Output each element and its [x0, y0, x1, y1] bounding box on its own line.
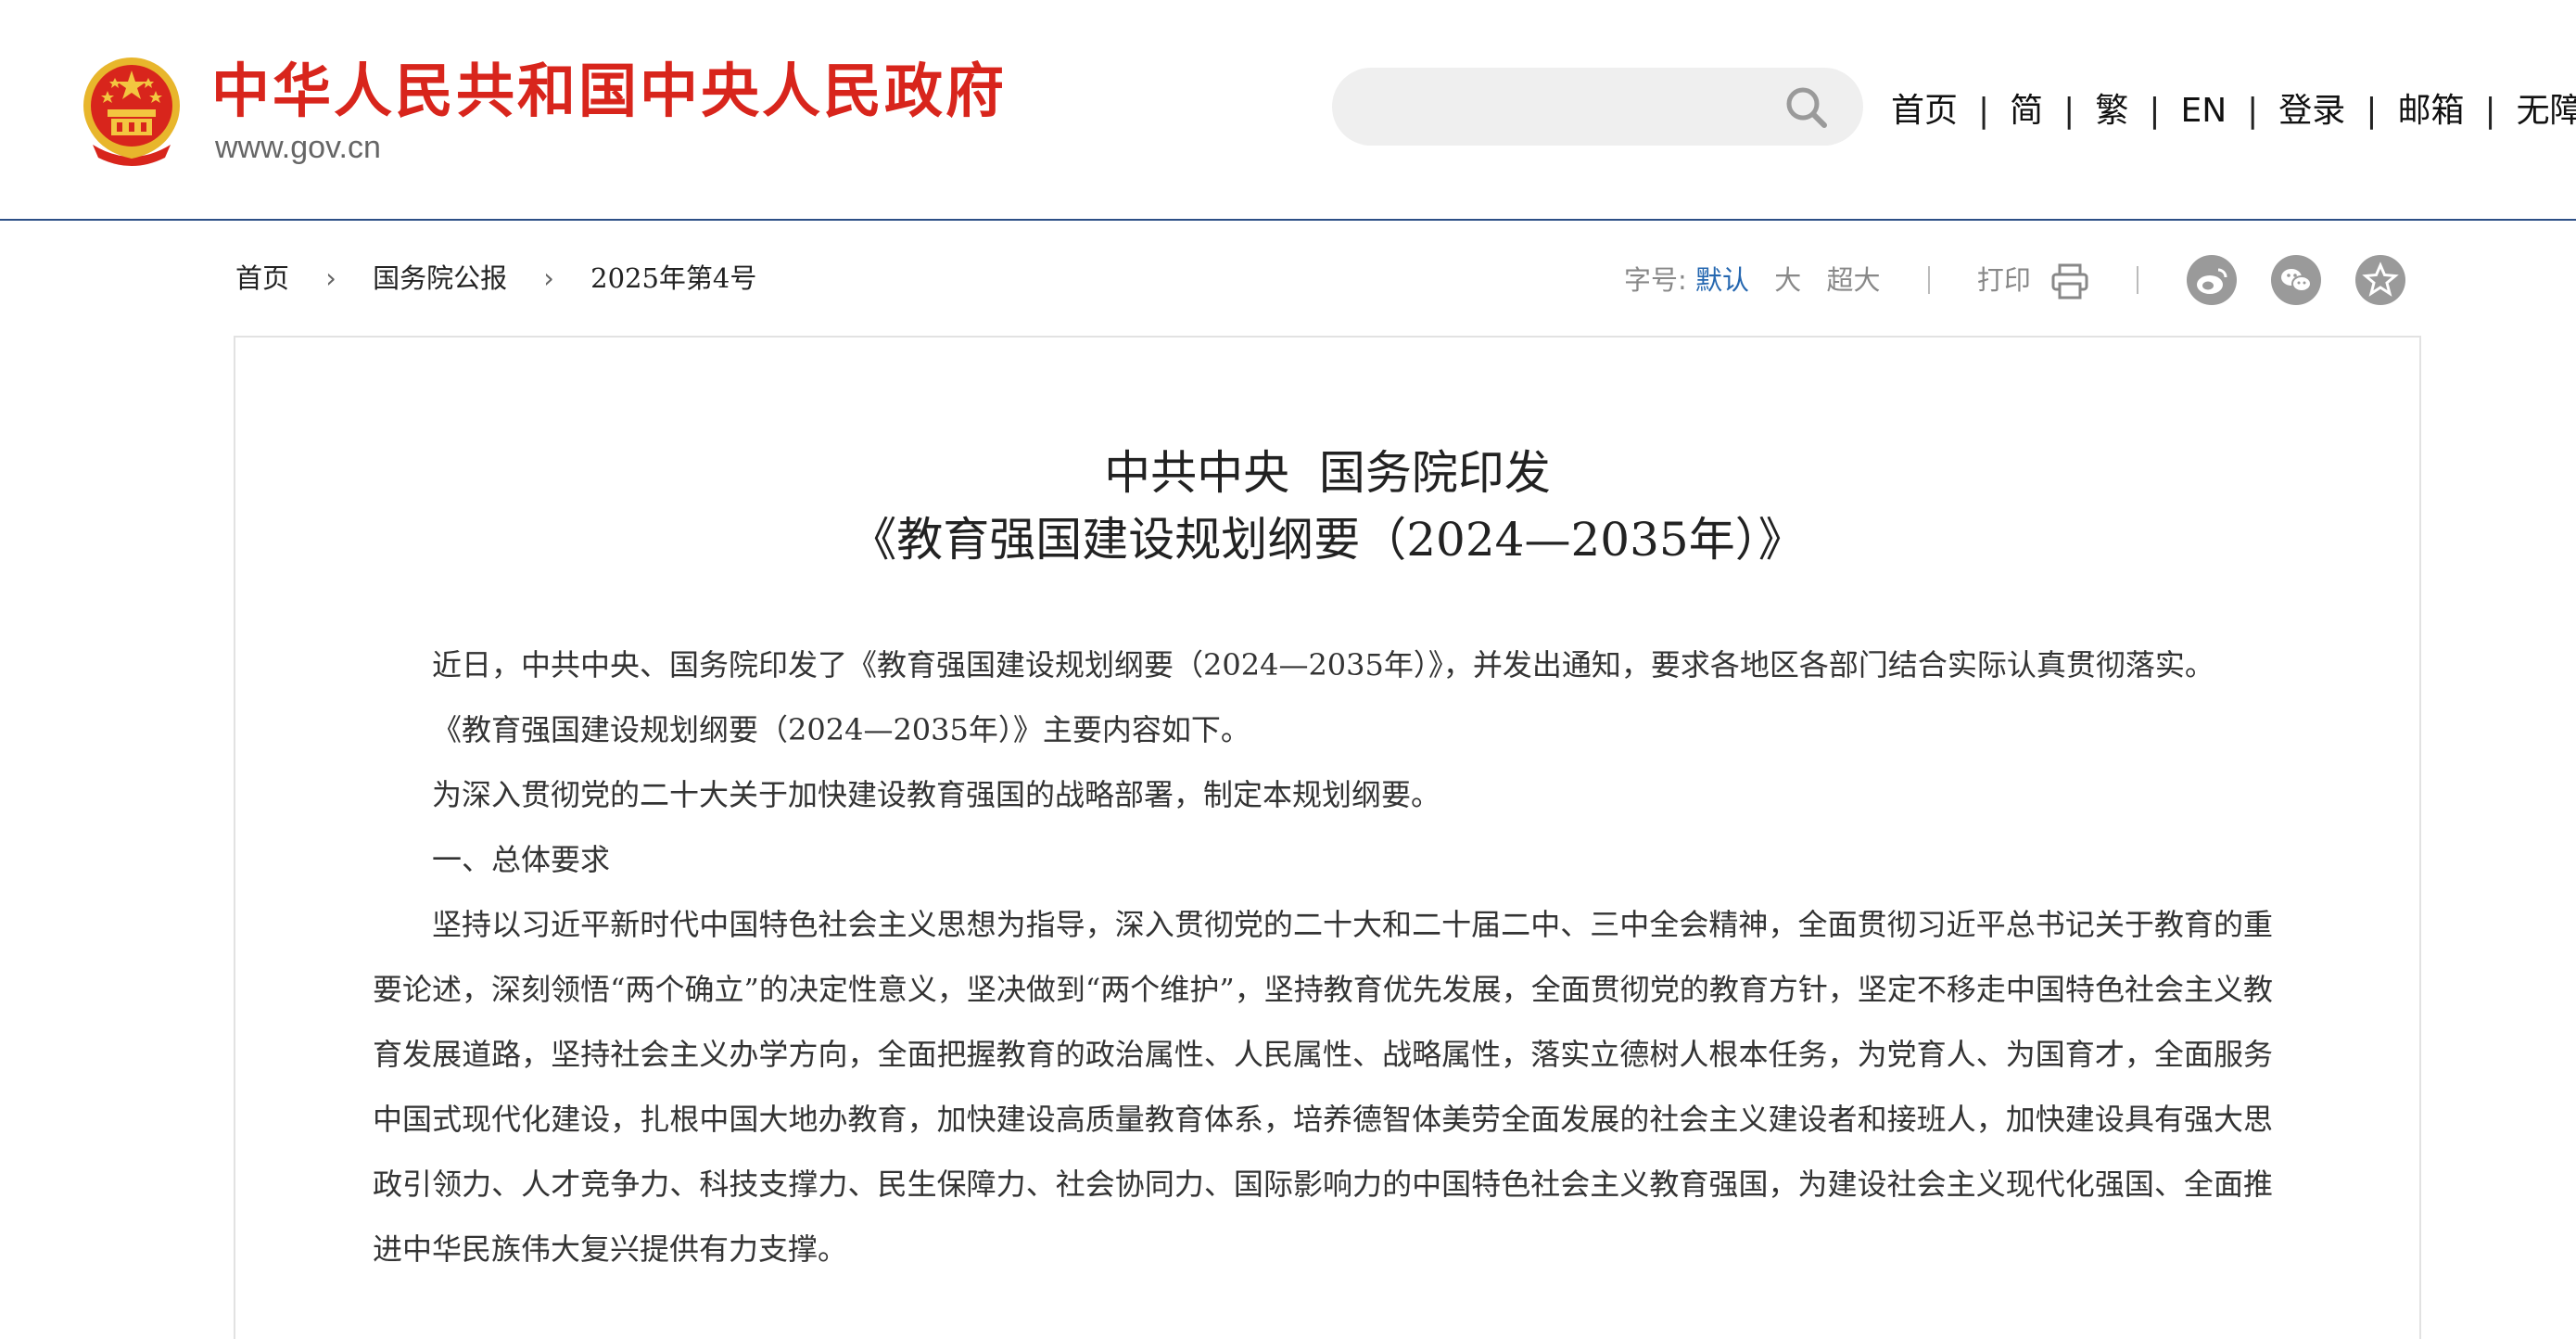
section-heading: 一、总体要求 — [432, 842, 611, 877]
nav-simplified[interactable]: 简 — [2010, 83, 2043, 139]
top-nav: 首页 | 简 | 繁 | EN | 登录 | 邮箱 | 无障碍 — [1891, 83, 2576, 139]
article-paragraph: 近日，中共中央、国务院印发了《教育强国建设规划纲要（2024—2035年）》，并… — [432, 647, 2214, 682]
wechat-share-icon[interactable] — [2270, 255, 2321, 305]
site-title[interactable]: 中华人民共和国中央人民政府 — [211, 56, 1007, 128]
article-body: 近日，中共中央、国务院印发了《教育强国建设规划纲要（2024—2035年）》，并… — [373, 632, 2273, 1282]
article-title-line1: 中共中央 国务院印发 — [1104, 446, 1551, 500]
font-size-default[interactable]: 默认 — [1695, 252, 1749, 308]
nav-separator: | — [2484, 92, 2496, 130]
article-paragraph: 为深入贯彻党的二十大关于加快建设教育强国的战略部署，制定本规划纲要。 — [432, 777, 1441, 812]
favorite-star-icon[interactable] — [2355, 255, 2406, 305]
breadcrumb: 首页 › 国务院公报 › 2025年第4号 — [235, 258, 756, 299]
nav-separator: | — [2247, 92, 2259, 130]
print-label[interactable]: 打印 — [1977, 252, 2031, 308]
article-panel: 中共中央 国务院印发 《教育强国建设规划纲要（2024—2035年）》 近日，中… — [234, 336, 2421, 1339]
tools-divider — [1927, 266, 1930, 294]
nav-separator: | — [2063, 92, 2075, 130]
search-input[interactable] — [1369, 68, 1781, 147]
national-emblem-icon[interactable] — [80, 56, 184, 169]
nav-traditional[interactable]: 繁 — [2095, 83, 2128, 139]
article-title: 中共中央 国务院印发 《教育强国建设规划纲要（2024—2035年）》 — [235, 440, 2419, 573]
site-domain[interactable]: www.gov.cn — [215, 127, 381, 168]
nav-mailbox[interactable]: 邮箱 — [2397, 83, 2464, 139]
chevron-right-icon: › — [325, 262, 336, 294]
site-header: 中华人民共和国中央人民政府 www.gov.cn 首页 | 简 | 繁 | EN | 登录 | 邮箱… — [0, 0, 2576, 221]
header-divider — [0, 219, 2576, 221]
breadcrumb-issue[interactable]: 2025年第4号 — [590, 262, 756, 294]
font-size-large[interactable]: 大 — [1774, 252, 1801, 308]
nav-login[interactable]: 登录 — [2278, 83, 2345, 139]
breadcrumb-home[interactable]: 首页 — [235, 262, 289, 294]
tools-divider — [2137, 266, 2139, 294]
font-size-label: 字号: — [1624, 264, 1687, 296]
article-paragraph: 《教育强国建设规划纲要（2024—2035年）》主要内容如下。 — [432, 712, 1250, 747]
nav-accessibility[interactable]: 无障碍 — [2517, 83, 2576, 139]
article-title-line2: 《教育强国建设规划纲要（2024—2035年）》 — [850, 513, 1805, 567]
font-size-xlarge[interactable]: 超大 — [1826, 252, 1880, 308]
nav-separator: | — [1978, 92, 1990, 130]
nav-home[interactable]: 首页 — [1891, 83, 1958, 139]
nav-separator: | — [2149, 92, 2161, 130]
weibo-share-icon[interactable] — [2186, 255, 2237, 305]
search-box[interactable] — [1332, 68, 1863, 147]
search-icon[interactable] — [1783, 84, 1830, 131]
nav-english[interactable]: EN — [2180, 83, 2227, 139]
nav-separator: | — [2366, 92, 2378, 130]
article-tools: 字号: 默认 大 超大 打印 — [1624, 250, 2406, 308]
chevron-right-icon: › — [543, 262, 554, 294]
printer-icon[interactable] — [2050, 252, 2089, 308]
breadcrumb-gazette[interactable]: 国务院公报 — [373, 262, 507, 294]
article-paragraph: 坚持以习近平新时代中国特色社会主义思想为指导，深入贯彻党的二十大和二十届二中、三… — [373, 907, 2273, 1267]
